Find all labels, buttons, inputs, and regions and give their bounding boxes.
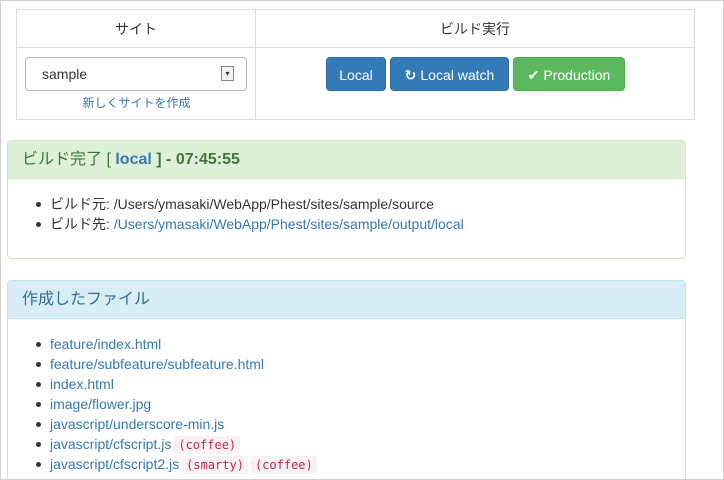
file-tag: (smarty) — [182, 456, 248, 474]
file-list: feature/index.html feature/subfeature/sub… — [8, 334, 685, 474]
bullet-icon — [36, 422, 41, 427]
file-link[interactable]: javascript/cfscript.js — [50, 436, 171, 452]
site-select-value: sample — [42, 66, 88, 82]
created-files-panel: 作成したファイル feature/index.html feature/subfe… — [7, 280, 686, 479]
file-link[interactable]: feature/index.html — [50, 336, 161, 352]
bullet-icon — [36, 462, 41, 467]
output-path-link[interactable]: /Users/ymasaki/WebApp/Phest/sites/sample… — [114, 216, 464, 232]
file-link[interactable]: image/flower.jpg — [50, 396, 151, 412]
created-files-heading: 作成したファイル — [8, 281, 685, 319]
build-title-suffix: ] - 07:45:55 — [156, 151, 240, 168]
file-link[interactable]: javascript/underscore-min.js — [50, 416, 224, 432]
file-list-item: javascript/underscore-min.js — [36, 414, 685, 434]
source-path: /Users/ymasaki/WebApp/Phest/sites/sample… — [113, 196, 435, 212]
file-list-item: index.html — [36, 374, 685, 394]
refresh-icon: ↻ — [404, 67, 417, 83]
file-list-item: image/flower.jpg — [36, 394, 685, 414]
build-complete-heading: ビルド完了 [ local ] - 07:45:55 — [8, 141, 685, 179]
bullet-icon — [36, 402, 41, 407]
bullet-icon — [36, 202, 41, 207]
list-item: ビルド元: /Users/ymasaki/WebApp/Phest/sites/… — [36, 194, 685, 214]
build-column: ビルド実行 Local ↻ Local watch ✔ Production — [256, 10, 694, 119]
file-link[interactable]: index.html — [50, 376, 114, 392]
site-column: サイト sample ▾ 新しくサイトを作成 — [17, 10, 256, 119]
file-list-item: feature/index.html — [36, 334, 685, 354]
site-header: サイト — [17, 10, 255, 48]
bullet-icon — [36, 362, 41, 367]
file-link[interactable]: javascript/cfscript2.js — [50, 456, 179, 472]
app-frame: サイト sample ▾ 新しくサイトを作成 ビルド実行 Local ↻ Loca… — [0, 0, 724, 480]
file-tag: (coffee) — [250, 456, 317, 474]
new-site-link[interactable]: 新しくサイトを作成 — [17, 94, 256, 111]
bullet-icon — [36, 222, 41, 227]
production-button[interactable]: ✔ Production — [513, 57, 625, 91]
dropdown-arrow-icon[interactable]: ▾ — [221, 66, 234, 81]
file-list-item: feature/subfeature/subfeature.html — [36, 354, 685, 374]
local-watch-button[interactable]: ↻ Local watch — [390, 57, 509, 91]
build-target: local — [115, 151, 152, 168]
file-link[interactable]: feature/subfeature/subfeature.html — [50, 356, 264, 372]
build-complete-panel: ビルド完了 [ local ] - 07:45:55 ビルド元: /Users/… — [7, 140, 686, 259]
site-select[interactable]: sample ▾ — [25, 57, 247, 91]
bullet-icon — [36, 342, 41, 347]
check-icon: ✔ — [527, 67, 540, 83]
source-label: ビルド元: — [50, 196, 110, 212]
local-watch-button-label: Local watch — [420, 67, 495, 83]
production-button-label: Production — [543, 67, 611, 83]
build-control-table: サイト sample ▾ 新しくサイトを作成 ビルド実行 Local ↻ Loca… — [16, 9, 695, 120]
file-tag: (coffee) — [174, 436, 241, 454]
bullet-icon — [36, 442, 41, 447]
bullet-icon — [36, 382, 41, 387]
local-button[interactable]: Local — [326, 57, 386, 91]
build-path-list: ビルド元: /Users/ymasaki/WebApp/Phest/sites/… — [8, 194, 685, 234]
local-button-label: Local — [339, 67, 373, 83]
file-list-item: javascript/cfscript2.js (smarty) (coffee) — [36, 454, 685, 474]
list-item: ビルド先: /Users/ymasaki/WebApp/Phest/sites/… — [36, 214, 685, 234]
file-list-item: javascript/cfscript.js (coffee) — [36, 434, 685, 454]
build-header: ビルド実行 — [256, 10, 694, 48]
build-title-prefix: ビルド完了 [ — [22, 151, 111, 168]
output-label: ビルド先: — [50, 216, 110, 232]
